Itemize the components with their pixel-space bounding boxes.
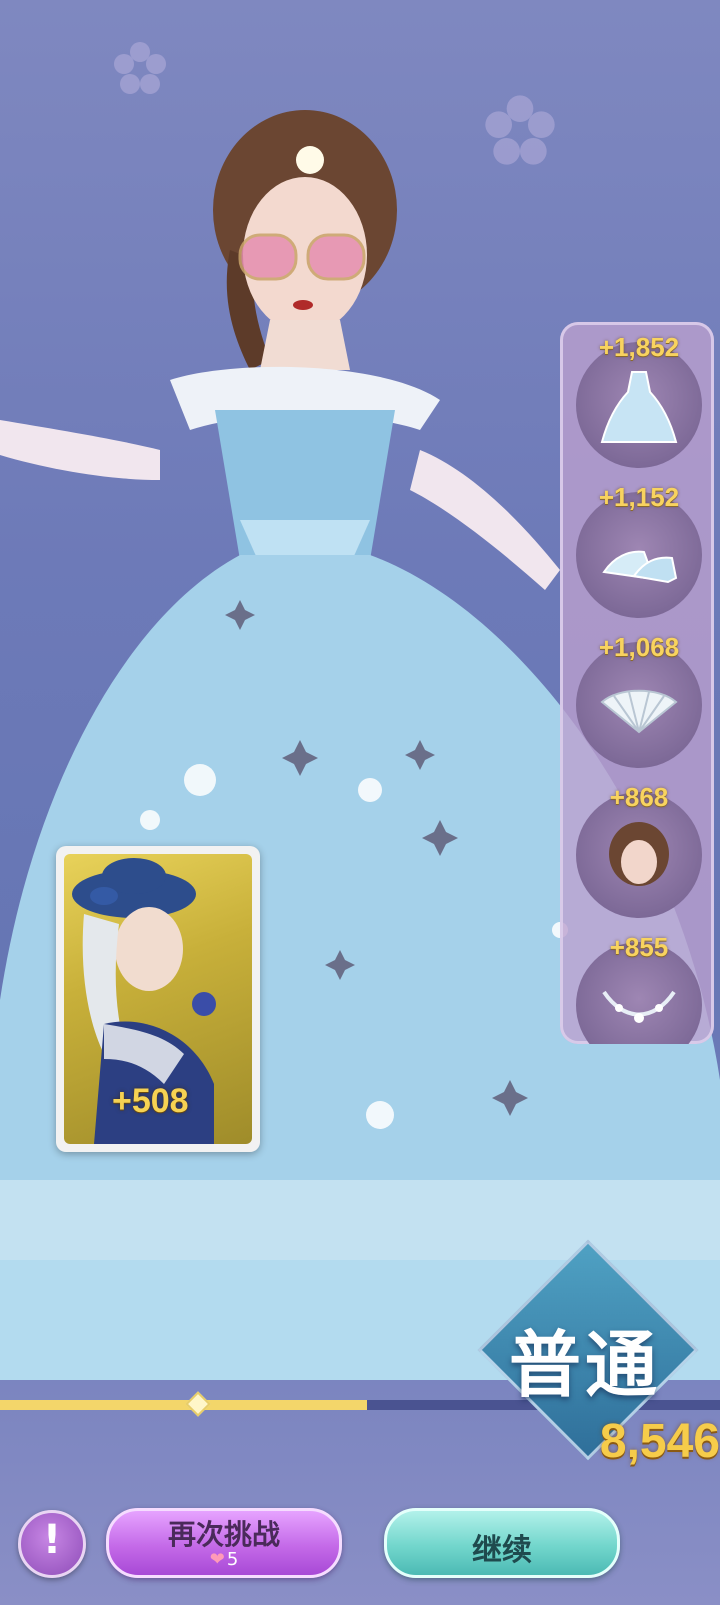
reward-value: +1,852 xyxy=(598,332,680,362)
retry-label: 再次挑战 xyxy=(167,1518,280,1551)
dress-icon xyxy=(600,371,678,443)
progress-fill xyxy=(0,1400,367,1410)
reward-item-hairstyle[interactable]: +868 xyxy=(576,782,702,918)
reward-item-fan[interactable]: +1,068 xyxy=(576,632,702,768)
progress-marker xyxy=(185,1391,211,1417)
info-button[interactable]: ! xyxy=(18,1510,86,1578)
exclamation-icon: ! xyxy=(42,1517,62,1563)
reward-panel[interactable]: +1,852 +1,152 +1,068 +868 +855 xyxy=(560,322,714,1044)
bonus-card[interactable]: +508 xyxy=(56,846,260,1152)
retry-cost-value: 5 xyxy=(226,1549,239,1570)
reward-item-dress[interactable]: +1,852 xyxy=(576,332,702,468)
hairstyle-icon xyxy=(609,822,669,886)
reward-item-shoes[interactable]: +1,152 xyxy=(576,482,702,618)
reward-value: +1,068 xyxy=(598,632,680,662)
continue-button[interactable]: 继续 xyxy=(384,1508,620,1578)
heart-icon: ❤ xyxy=(209,1549,225,1570)
reward-value: +855 xyxy=(609,932,669,962)
rank-label: 普通 xyxy=(508,1323,661,1407)
score-value: 8,546 xyxy=(599,1415,720,1468)
fan-icon xyxy=(600,689,678,734)
card-bonus-value: +508 xyxy=(112,1082,189,1120)
continue-label: 继续 xyxy=(472,1533,532,1568)
reward-value: +1,152 xyxy=(598,482,680,512)
reward-item-necklace[interactable]: +855 xyxy=(576,932,702,1044)
reward-value: +868 xyxy=(609,782,669,812)
shoes-icon xyxy=(602,550,678,584)
retry-cost: ❤ 5 xyxy=(189,1549,259,1570)
retry-button[interactable]: 再次挑战 ❤ 5 xyxy=(106,1508,342,1578)
necklace-icon xyxy=(602,990,676,1023)
